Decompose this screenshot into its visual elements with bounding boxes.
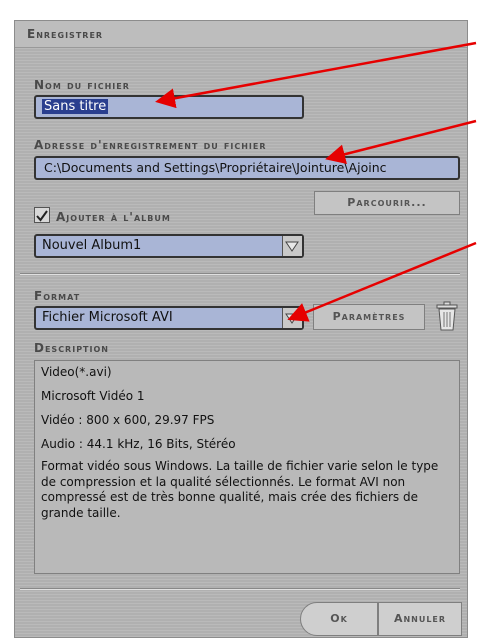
- dialog-title: Enregistrer: [27, 27, 104, 41]
- description-line: Audio : 44.1 kHz, 16 Bits, Stéréo: [41, 437, 236, 451]
- ok-button[interactable]: Ok: [300, 602, 378, 636]
- description-line: Vidéo : 800 x 600, 29.97 FPS: [41, 413, 215, 427]
- browse-button[interactable]: Parcourir...: [314, 191, 460, 215]
- triangle-down-icon[interactable]: [282, 308, 302, 328]
- album-selected: Nouvel Album1: [42, 238, 142, 253]
- footer-divider: [20, 588, 460, 590]
- cancel-button[interactable]: Annuler: [378, 602, 462, 636]
- description-paragraph: Format vidéo sous Windows. La taille de …: [41, 459, 439, 520]
- album-select[interactable]: Nouvel Album1: [34, 234, 304, 258]
- format-label: Format: [34, 289, 81, 303]
- parameters-button[interactable]: Paramètres: [313, 304, 425, 330]
- description-line: Video(*.avi): [41, 365, 112, 379]
- description-line: Microsoft Vidéo 1: [41, 389, 145, 403]
- section-divider: [20, 273, 460, 275]
- add-to-album-checkbox[interactable]: [34, 207, 50, 223]
- dialog-title-bar: Enregistrer: [15, 21, 467, 48]
- save-location-label: Adresse d'enregistrement du fichier: [34, 138, 267, 152]
- description-label: Description: [34, 341, 109, 355]
- filename-input[interactable]: Sans titre: [34, 95, 304, 119]
- checkmark-icon: [36, 210, 48, 222]
- trash-icon[interactable]: [434, 301, 460, 331]
- description-box: Video(*.avi) Microsoft Vidéo 1 Vidéo : 8…: [34, 360, 460, 574]
- add-to-album-label: Ajouter à l'album: [56, 210, 171, 224]
- format-selected: Fichier Microsoft AVI: [42, 310, 173, 325]
- triangle-down-icon[interactable]: [282, 236, 302, 256]
- save-location-input[interactable]: C:\Documents and Settings\Propriétaire\J…: [34, 156, 460, 180]
- format-select[interactable]: Fichier Microsoft AVI: [34, 306, 304, 330]
- filename-value: Sans titre: [42, 99, 109, 114]
- filename-label: Nom du fichier: [34, 78, 130, 92]
